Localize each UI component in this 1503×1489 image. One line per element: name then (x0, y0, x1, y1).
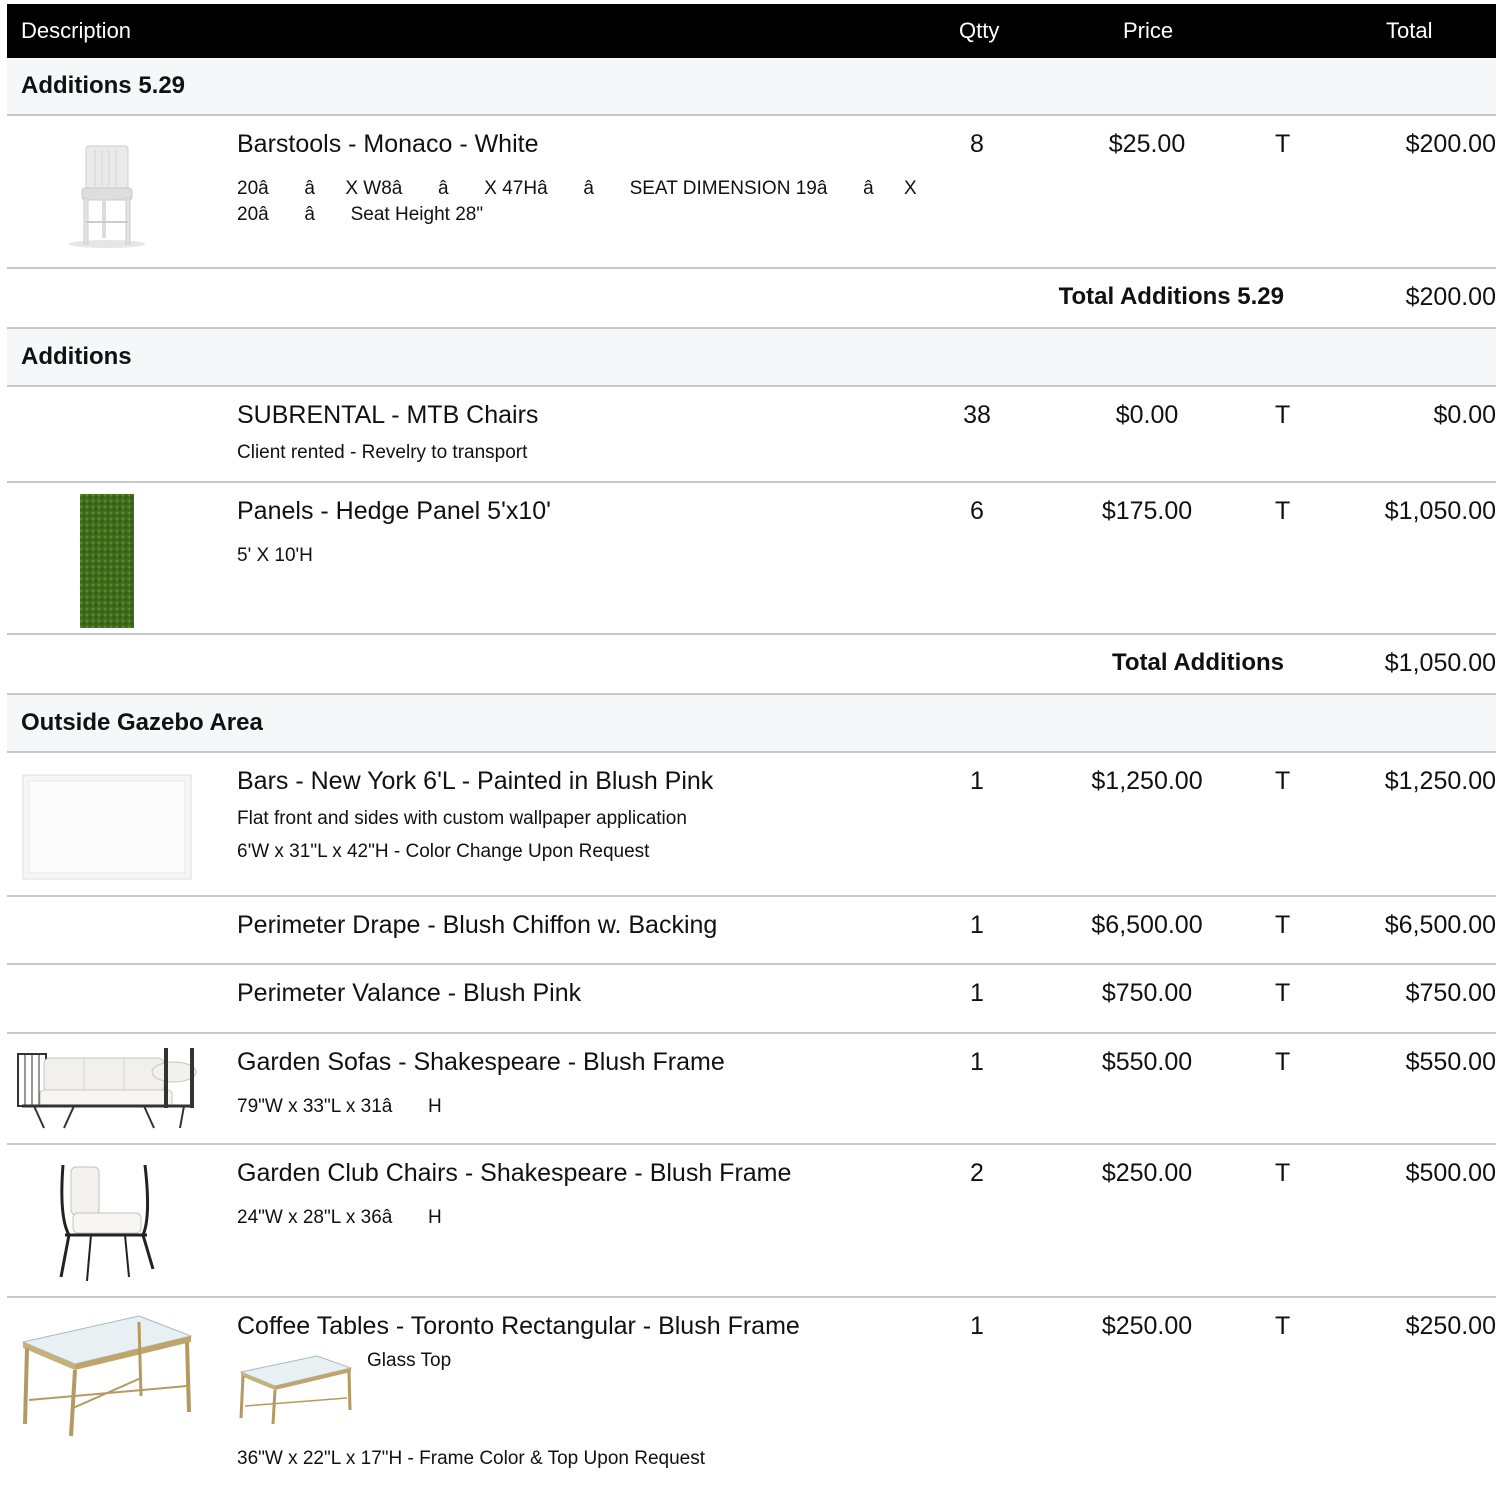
item-title: SUBRENTAL - MTB Chairs (237, 401, 539, 429)
barstool-image (7, 138, 207, 250)
coffee-table-image (7, 1312, 207, 1440)
garden-club-chair-image (7, 1157, 207, 1285)
item-description: 24"W x 28"L x 36â H (237, 1207, 442, 1228)
item-total: $1,250.00 (1384, 767, 1496, 795)
item-price: $175.00 (1101, 497, 1193, 525)
item-price: $6,500.00 (1091, 911, 1203, 939)
section-subtotal: Total Additions $1,050.00 (7, 635, 1496, 695)
section-title: Outside Gazebo Area (7, 695, 1496, 753)
item-description: 5' X 10'H (237, 545, 313, 566)
line-item: Perimeter Valance - Blush Pink 1 $750.00… (7, 965, 1496, 1034)
item-tax-flag: T (1275, 130, 1291, 158)
item-total: $0.00 (1433, 401, 1496, 429)
line-item: SUBRENTAL - MTB Chairs Client rented - R… (7, 387, 1496, 483)
subtotal-value: $200.00 (1405, 283, 1496, 311)
item-qty: 1 (970, 767, 984, 795)
item-qty: 1 (970, 1048, 984, 1076)
item-price: $250.00 (1101, 1312, 1193, 1340)
item-price: $750.00 (1101, 979, 1193, 1007)
line-item: Perimeter Drape - Blush Chiffon w. Backi… (7, 897, 1496, 965)
item-description: 79"W x 33"L x 31â H (237, 1096, 442, 1117)
header-description: Description (21, 18, 132, 43)
line-item: Bars - New York 6'L - Painted in Blush P… (7, 753, 1496, 897)
section-title: Additions (7, 329, 1496, 387)
section-title: Additions 5.29 (7, 58, 1496, 116)
line-item: Coffee Tables - Toronto Rectangular - Bl… (7, 1298, 1496, 1483)
item-description: 6'W x 31"L x 42"H - Color Change Upon Re… (237, 841, 650, 862)
line-item: Barstools - Monaco - White 20â âX W8… (7, 116, 1496, 269)
item-price: $250.00 (1101, 1159, 1193, 1187)
item-qty: 8 (970, 130, 984, 158)
item-total: $750.00 (1405, 979, 1496, 1007)
item-tax-flag: T (1275, 401, 1291, 429)
item-qty: 1 (970, 979, 984, 1007)
item-total: $550.00 (1405, 1048, 1496, 1076)
item-description: 36"W x 22"L x 17"H - Frame Color & Top U… (237, 1448, 705, 1469)
item-tax-flag: T (1275, 1048, 1291, 1076)
item-qty: 2 (970, 1159, 984, 1187)
item-title: Perimeter Drape - Blush Chiffon w. Backi… (237, 911, 718, 939)
item-total: $500.00 (1405, 1159, 1496, 1187)
item-tax-flag: T (1275, 767, 1291, 795)
item-total: $200.00 (1405, 130, 1496, 158)
quote-table: Description Qtty Price Total Additions 5… (7, 4, 1496, 1483)
item-description: Flat front and sides with custom wallpap… (237, 808, 687, 829)
item-tax-flag: T (1275, 911, 1291, 939)
item-title: Garden Club Chairs - Shakespeare - Blush… (237, 1159, 792, 1187)
item-description: 20â âX W8â â X 47Hâ â SEAT D… (237, 178, 917, 199)
item-title: Coffee Tables - Toronto Rectangular - Bl… (237, 1312, 800, 1340)
item-price: $550.00 (1101, 1048, 1193, 1076)
section-subtotal: Total Additions 5.29 $200.00 (7, 269, 1496, 329)
item-price: $1,250.00 (1091, 767, 1203, 795)
line-item: Panels - Hedge Panel 5'x10' 5' X 10'H 6 … (7, 483, 1496, 635)
header-price: Price (1123, 18, 1174, 43)
line-item: Garden Sofas - Shakespeare - Blush Frame… (7, 1034, 1496, 1145)
item-tax-flag: T (1275, 1159, 1291, 1187)
hedge-panel-image (7, 493, 207, 629)
subtotal-value: $1,050.00 (1384, 649, 1496, 677)
item-qty: 6 (970, 497, 984, 525)
item-qty: 1 (970, 1312, 984, 1340)
item-title: Perimeter Valance - Blush Pink (237, 979, 582, 1007)
item-title: Panels - Hedge Panel 5'x10' (237, 497, 551, 525)
item-price: $0.00 (1115, 401, 1179, 429)
item-tax-flag: T (1275, 979, 1291, 1007)
item-title: Garden Sofas - Shakespeare - Blush Frame (237, 1048, 725, 1076)
bar-image (7, 773, 207, 881)
item-total: $6,500.00 (1384, 911, 1496, 939)
garden-sofa-image (7, 1044, 207, 1136)
item-description: Client rented - Revelry to transport (237, 442, 528, 463)
header-total: Total (1386, 18, 1433, 43)
item-description: 20â â Seat Height 28" (237, 204, 484, 225)
item-tax-flag: T (1275, 497, 1291, 525)
line-item: Garden Club Chairs - Shakespeare - Blush… (7, 1145, 1496, 1298)
option-label: Glass Top (367, 1350, 452, 1371)
item-total: $1,050.00 (1384, 497, 1496, 525)
item-tax-flag: T (1275, 1312, 1291, 1340)
glass-top-image (237, 1354, 355, 1431)
item-total: $250.00 (1405, 1312, 1496, 1340)
item-qty: 1 (970, 911, 984, 939)
item-title: Bars - New York 6'L - Painted in Blush P… (237, 767, 714, 795)
subtotal-label: Total Additions 5.29 (1058, 283, 1284, 310)
item-price: $25.00 (1108, 130, 1186, 158)
item-title: Barstools - Monaco - White (237, 130, 539, 158)
subtotal-label: Total Additions (1112, 649, 1284, 676)
header-qty: Qtty (959, 18, 1000, 43)
table-header: Description Qtty Price Total (7, 4, 1496, 58)
item-qty: 38 (963, 401, 991, 429)
